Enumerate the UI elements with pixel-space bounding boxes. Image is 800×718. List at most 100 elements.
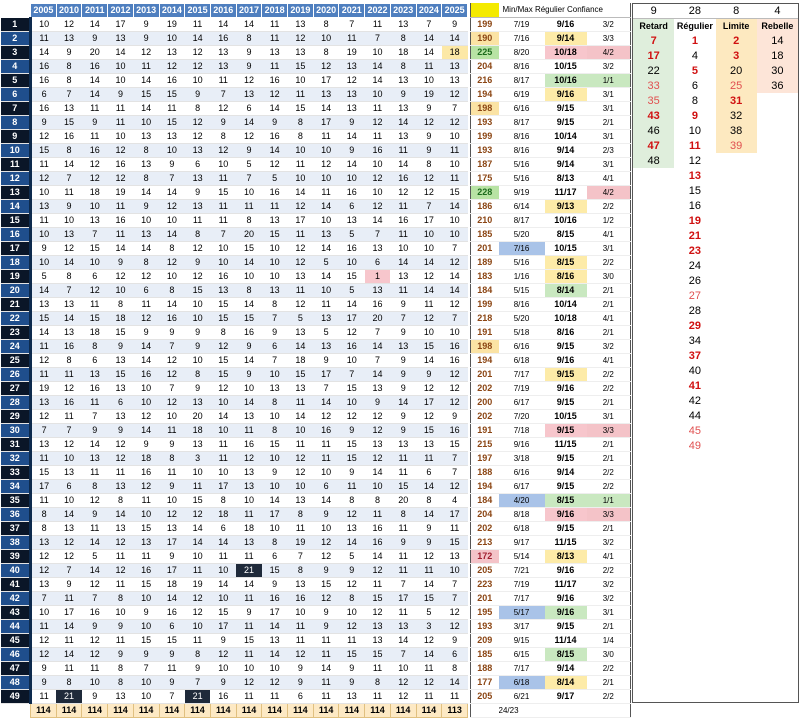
cell-value: 8 — [236, 213, 262, 228]
cell-value: 5 — [287, 311, 314, 326]
side-header-marker — [470, 3, 499, 18]
cell-value: 11 — [390, 465, 417, 480]
cell-value: 13 — [236, 87, 262, 102]
year-header: 2016 — [209, 3, 237, 18]
cell-value: 6 — [81, 269, 108, 284]
cell-value: 13 — [416, 437, 442, 452]
category-empty-cell — [757, 213, 798, 228]
row-confidence: 3/2 — [586, 535, 631, 550]
cell-value: 9 — [416, 143, 442, 158]
category-limite-item: 32 — [715, 108, 757, 123]
cell-value: 11 — [133, 297, 160, 312]
cell-value: 11 — [184, 633, 211, 648]
cell-value: 12 — [81, 493, 108, 508]
cell-value: 11 — [313, 437, 339, 452]
cell-value: 14 — [133, 353, 160, 368]
header-rebelle: Rebelle — [756, 18, 798, 33]
cell-value: 19 — [338, 45, 365, 60]
cell-value: 11 — [441, 143, 468, 158]
cell-value: 15 — [416, 423, 442, 438]
row-index: 15 — [0, 213, 32, 228]
cell-value: 13 — [390, 129, 417, 144]
cell-value: 15 — [184, 283, 211, 298]
category-headers-row: Retard Régulier Limite Rebelle — [633, 18, 798, 33]
row-confidence: 2/1 — [586, 325, 631, 340]
cell-value: 16 — [56, 339, 82, 354]
cell-value: 21 — [236, 563, 262, 578]
row-index: 42 — [0, 591, 32, 606]
category-row: 7 1 2 14 — [633, 33, 798, 48]
cell-value: 7 — [390, 311, 417, 326]
category-row: 23 — [633, 243, 798, 258]
row-total: 200 — [470, 395, 499, 410]
cell-value: 14 — [133, 423, 160, 438]
cell-value: 14 — [416, 479, 442, 494]
cell-value: 16 — [81, 381, 108, 396]
cell-value: 6 — [338, 199, 365, 214]
summary-row: 228 9/19 11/17 4/2 — [470, 185, 631, 200]
cell-value: 10 — [30, 17, 57, 32]
cell-value: 13 — [236, 409, 262, 424]
cell-value: 16 — [261, 591, 288, 606]
cell-value: 14 — [236, 255, 262, 270]
cell-value: 6 — [364, 255, 391, 270]
row-index: 21 — [0, 297, 32, 312]
row-range: 10/15 — [544, 59, 587, 74]
table-row: 31 13 12 14 12 9 9 13 11 16 15 11 11 15 13 13 13 15 — [0, 437, 468, 452]
row-range: 9/16 — [544, 591, 587, 606]
row-range: 9/16 — [544, 507, 587, 522]
cell-value: 11 — [30, 339, 57, 354]
cell-value: 11 — [107, 199, 134, 214]
cell-value: 14 — [390, 395, 417, 410]
table-row: 9 12 16 11 10 13 13 12 8 12 16 8 11 14 11 13 9 10 — [0, 129, 468, 144]
cell-value: 11 — [261, 31, 288, 46]
row-total: 205 — [470, 689, 499, 704]
cell-value: 12 — [184, 591, 211, 606]
category-row: 22 5 20 30 — [633, 63, 798, 78]
summary-row: 201 7/16 10/15 3/1 — [470, 241, 631, 256]
cell-value: 10 — [184, 73, 211, 88]
row-date: 8/16 — [498, 143, 545, 158]
cell-value: 9 — [390, 367, 417, 382]
cell-value: 18 — [159, 577, 185, 592]
row-confidence: 3/1 — [586, 87, 631, 102]
table-row: 48 9 8 10 8 10 9 7 9 12 12 9 11 9 8 12 12 14 — [0, 675, 468, 690]
row-date: 8/16 — [498, 129, 545, 144]
row-confidence: 2/1 — [586, 521, 631, 536]
cell-value: 16 — [30, 101, 57, 116]
cell-value: 12 — [159, 255, 185, 270]
cell-value: 7 — [390, 647, 417, 662]
table-row: 43 10 17 16 10 9 16 12 15 9 17 10 9 10 12 11 5 12 — [0, 605, 468, 620]
cell-value: 7 — [338, 367, 365, 382]
cell-value: 9 — [210, 115, 237, 130]
cell-value: 11 — [390, 605, 417, 620]
cell-value: 14 — [236, 17, 262, 32]
row-index: 31 — [0, 437, 32, 452]
cell-value: 11 — [390, 451, 417, 466]
cell-value: 10 — [210, 591, 237, 606]
cell-value: 8 — [133, 171, 160, 186]
cell-value: 8 — [210, 129, 237, 144]
row-range: 9/16 — [544, 87, 587, 102]
cell-value: 9 — [30, 115, 57, 130]
category-counts-row: 9 28 8 4 — [633, 4, 798, 19]
category-retard-item: 7 — [633, 33, 675, 48]
row-range: 9/15 — [544, 423, 587, 438]
cell-value: 11 — [81, 521, 108, 536]
cell-value: 12 — [313, 59, 339, 74]
cell-value: 14 — [210, 409, 237, 424]
cell-value: 16 — [56, 395, 82, 410]
row-range: 9/15 — [544, 479, 587, 494]
footer-total: 114 — [364, 703, 391, 718]
cell-value: 14 — [261, 619, 288, 634]
cell-value: 12 — [56, 381, 82, 396]
cell-value: 8 — [107, 675, 134, 690]
cell-value: 9 — [81, 31, 108, 46]
row-total: 177 — [470, 675, 499, 690]
cell-value: 13 — [313, 339, 339, 354]
cell-value: 12 — [364, 605, 391, 620]
cell-value: 9 — [390, 409, 417, 424]
row-range: 10/15 — [544, 241, 587, 256]
cell-value: 12 — [364, 171, 391, 186]
cell-value: 16 — [338, 241, 365, 256]
